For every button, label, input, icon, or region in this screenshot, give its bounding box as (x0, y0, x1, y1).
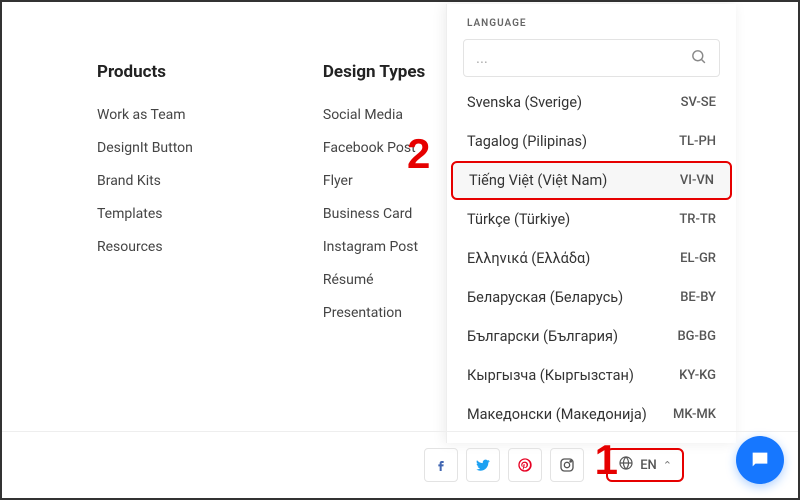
social-links (424, 448, 584, 482)
language-option[interactable]: Tagalog (Pilipinas) TL-PH (447, 122, 736, 161)
design-type-link[interactable]: Business Card (323, 206, 425, 222)
language-name: Tagalog (Pilipinas) (467, 133, 587, 150)
globe-icon (618, 455, 634, 475)
language-code: BE-BY (680, 290, 716, 305)
annotation-marker-2: 2 (407, 130, 430, 178)
products-link[interactable]: Templates (97, 206, 193, 222)
products-heading: Products (97, 62, 193, 82)
chevron-up-icon: ⌃ (663, 459, 672, 472)
language-name: Türkçe (Türkiye) (467, 211, 570, 228)
language-option[interactable]: Кыргызча (Кыргызстан) KY-KG (447, 356, 736, 395)
annotation-marker-1: 1 (595, 436, 618, 484)
chat-button[interactable] (736, 436, 784, 484)
design-type-link[interactable]: Social Media (323, 107, 425, 123)
design-type-link[interactable]: Résumé (323, 272, 425, 288)
products-link[interactable]: Work as Team (97, 107, 193, 123)
facebook-icon[interactable] (424, 448, 458, 482)
language-option[interactable]: Български (България) BG-BG (447, 317, 736, 356)
design-types-column: Design Types Social Media Facebook Post … (323, 62, 425, 338)
language-code: SV-SE (681, 95, 716, 110)
language-code: BG-BG (677, 329, 716, 344)
language-option[interactable]: Türkçe (Türkiye) TR-TR (447, 200, 736, 239)
twitter-icon[interactable] (466, 448, 500, 482)
design-types-heading: Design Types (323, 62, 425, 82)
language-header: LANGUAGE (447, 18, 736, 39)
language-name: Svenska (Sverige) (467, 94, 582, 111)
pinterest-icon[interactable] (508, 448, 542, 482)
language-option[interactable]: Tiếng Việt (Việt Nam) VI-VN (451, 161, 732, 200)
language-search-input[interactable]: ... (463, 39, 720, 77)
language-code: TR-TR (679, 212, 716, 227)
language-name: Tiếng Việt (Việt Nam) (469, 172, 607, 189)
language-code: VI-VN (680, 173, 714, 188)
language-option[interactable]: Македонски (Македонија) MK-MK (447, 395, 736, 434)
language-code: KY-KG (679, 368, 716, 383)
language-option[interactable]: Svenska (Sverige) SV-SE (447, 83, 736, 122)
language-name: Български (България) (467, 328, 618, 345)
products-link[interactable]: Resources (97, 239, 193, 255)
search-placeholder: ... (476, 49, 488, 67)
language-option[interactable]: Ελληνικά (Ελλάδα) EL-GR (447, 239, 736, 278)
footer-bar: EN ⌃ (2, 431, 798, 482)
language-code: TL-PH (679, 134, 716, 149)
language-code: MK-MK (673, 407, 716, 422)
language-name: Македонски (Македонија) (467, 406, 647, 423)
products-column: Products Work as Team DesignIt Button Br… (97, 62, 193, 338)
instagram-icon[interactable] (550, 448, 584, 482)
language-code: EL-GR (680, 251, 716, 266)
design-type-link[interactable]: Instagram Post (323, 239, 425, 255)
language-toggle-label: EN (640, 458, 657, 473)
products-link[interactable]: Brand Kits (97, 173, 193, 189)
language-name: Ελληνικά (Ελλάδα) (467, 250, 590, 267)
search-icon (690, 48, 707, 69)
language-name: Кыргызча (Кыргызстан) (467, 367, 634, 384)
products-list: Work as Team DesignIt Button Brand Kits … (97, 107, 193, 255)
products-link[interactable]: DesignIt Button (97, 140, 193, 156)
language-list: Svenska (Sverige) SV-SE Tagalog (Pilipinas… (447, 83, 736, 443)
language-name: Беларуская (Беларусь) (467, 289, 623, 306)
design-type-link[interactable]: Presentation (323, 305, 425, 321)
language-option[interactable]: Беларуская (Беларусь) BE-BY (447, 278, 736, 317)
language-panel: LANGUAGE ... Svenska (Sverige) SV-SE Tagal… (446, 4, 736, 443)
